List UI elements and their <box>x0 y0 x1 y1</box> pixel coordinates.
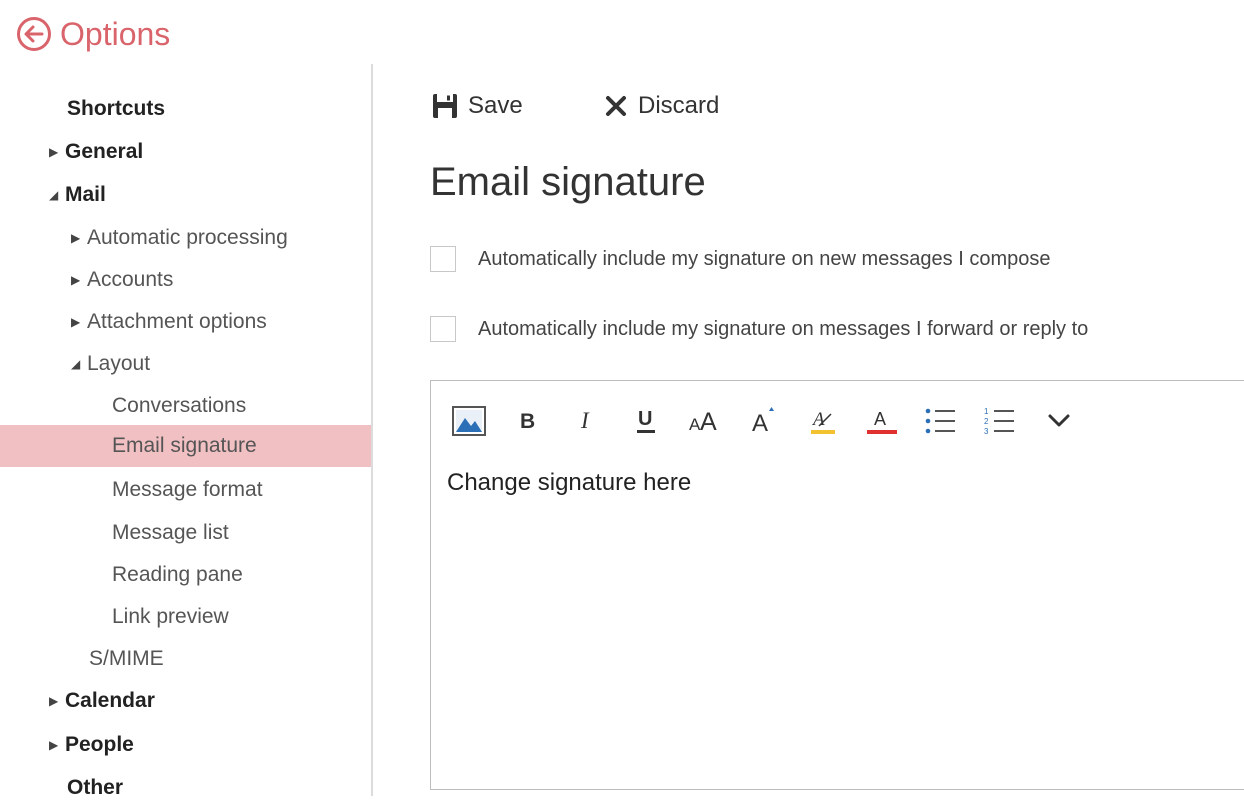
svg-text:A: A <box>752 410 768 435</box>
grow-font-icon: A <box>752 407 774 435</box>
svg-text:3: 3 <box>984 427 989 436</box>
sidebar-item-label: Attachment options <box>87 310 267 333</box>
more-options-button[interactable] <box>1039 401 1079 441</box>
sidebar-item-shortcuts[interactable]: Shortcuts <box>0 88 371 130</box>
signature-content[interactable]: Change signature here <box>447 469 691 497</box>
svg-text:B: B <box>520 410 535 433</box>
sidebar-item-layout[interactable]: ◢ Layout <box>0 343 371 385</box>
underline-icon: U <box>637 408 655 433</box>
save-button[interactable]: Save <box>432 86 523 126</box>
sidebar-item-label: Link preview <box>112 605 229 628</box>
svg-text:U: U <box>638 408 652 430</box>
sidebar-item-label: Message list <box>112 521 229 544</box>
sidebar-item-attachment-options[interactable]: ▶ Attachment options <box>0 301 371 343</box>
font-size-button[interactable]: A A <box>685 401 725 441</box>
chevron-down-icon <box>1048 414 1070 427</box>
svg-text:I: I <box>580 409 590 433</box>
caret-right-icon: ▶ <box>49 738 59 752</box>
font-color-button[interactable]: A <box>862 401 902 441</box>
caret-down-icon: ◢ <box>71 357 81 371</box>
svg-text:A: A <box>811 409 825 430</box>
options-header: Options <box>16 12 170 56</box>
save-icon <box>433 94 457 118</box>
sidebar-item-label: S/MIME <box>89 647 164 670</box>
sidebar-item-reading-pane[interactable]: Reading pane <box>0 554 371 596</box>
sidebar-item-label: Automatic processing <box>87 226 288 249</box>
caret-down-icon: ◢ <box>49 188 59 202</box>
signature-editor[interactable]: B I U A A A A A 1 2 3 Change signature h… <box>430 380 1244 790</box>
sidebar-item-other[interactable]: Other <box>0 767 371 809</box>
bullets-icon <box>925 408 955 434</box>
page-title: Email signature <box>430 160 706 204</box>
sidebar-item-label: Accounts <box>87 268 174 291</box>
caret-right-icon: ▶ <box>49 694 59 708</box>
svg-text:1: 1 <box>984 407 989 416</box>
sidebar-item-mail[interactable]: ◢ Mail <box>0 174 371 216</box>
highlight-button[interactable]: A <box>803 401 843 441</box>
italic-button[interactable]: I <box>567 401 607 441</box>
underline-button[interactable]: U <box>626 401 666 441</box>
sidebar-item-label: People <box>65 733 134 756</box>
sidebar-item-email-signature[interactable]: Email signature <box>0 425 371 467</box>
numbering-button[interactable]: 1 2 3 <box>980 401 1020 441</box>
checkbox-label: Automatically include my signature on ne… <box>478 247 1051 270</box>
insert-picture-icon <box>452 406 486 436</box>
highlight-icon: A <box>811 409 835 434</box>
save-label: Save <box>468 92 523 119</box>
sidebar-item-general[interactable]: ▶ General <box>0 131 371 173</box>
sidebar-item-people[interactable]: ▶ People <box>0 724 371 766</box>
sidebar-item-label: Mail <box>65 183 106 206</box>
svg-text:A: A <box>700 408 717 435</box>
discard-label: Discard <box>638 92 720 119</box>
sidebar-item-automatic-processing[interactable]: ▶ Automatic processing <box>0 217 371 259</box>
svg-text:2: 2 <box>984 417 989 426</box>
sidebar-item-message-list[interactable]: Message list <box>0 512 371 554</box>
options-sidebar: Shortcuts ▶ General ◢ Mail ▶ Automatic p… <box>0 64 373 799</box>
discard-button[interactable]: Discard <box>604 86 719 126</box>
auto-signature-new-row: Automatically include my signature on ne… <box>430 244 1051 274</box>
sidebar-item-link-preview[interactable]: Link preview <box>0 596 371 638</box>
sidebar-item-label: Shortcuts <box>67 97 166 120</box>
font-size-icon: A A <box>689 408 717 435</box>
options-title: Options <box>60 15 171 52</box>
svg-text:A: A <box>874 409 886 429</box>
close-icon <box>606 96 626 116</box>
numbering-icon: 1 2 3 <box>984 407 1014 436</box>
sidebar-item-label: Email signature <box>112 434 257 457</box>
caret-right-icon: ▶ <box>49 145 59 159</box>
auto-signature-new-checkbox[interactable] <box>430 246 456 272</box>
caret-right-icon: ▶ <box>71 231 81 245</box>
sidebar-item-message-format[interactable]: Message format <box>0 469 371 511</box>
sidebar-item-accounts[interactable]: ▶ Accounts <box>0 259 371 301</box>
insert-picture-button[interactable] <box>449 401 489 441</box>
sidebar-item-conversations[interactable]: Conversations <box>0 385 371 427</box>
auto-signature-reply-checkbox[interactable] <box>430 316 456 342</box>
sidebar-item-calendar[interactable]: ▶ Calendar <box>0 680 371 722</box>
sidebar-item-label: Layout <box>87 352 151 375</box>
sidebar-item-label: Message format <box>112 478 263 501</box>
italic-icon: I <box>580 409 590 433</box>
back-arrow-icon[interactable] <box>16 16 52 52</box>
sidebar-item-label: Reading pane <box>112 563 243 586</box>
bold-button[interactable]: B <box>508 401 548 441</box>
grow-font-button[interactable]: A <box>744 401 784 441</box>
checkbox-label: Automatically include my signature on me… <box>478 317 1089 340</box>
sidebar-item-label: Conversations <box>112 394 247 417</box>
bold-icon: B <box>520 410 535 433</box>
sidebar-item-label: Other <box>67 776 124 799</box>
font-color-icon: A <box>867 409 897 434</box>
sidebar-item-label: Calendar <box>65 689 155 712</box>
sidebar-item-label: General <box>65 140 144 163</box>
editor-toolbar: B I U A A A A A 1 2 3 <box>449 401 1098 441</box>
sidebar-item-smime[interactable]: S/MIME <box>0 638 371 680</box>
bullets-button[interactable] <box>921 401 961 441</box>
caret-right-icon: ▶ <box>71 273 81 287</box>
caret-right-icon: ▶ <box>71 315 81 329</box>
auto-signature-reply-row: Automatically include my signature on me… <box>430 314 1088 344</box>
